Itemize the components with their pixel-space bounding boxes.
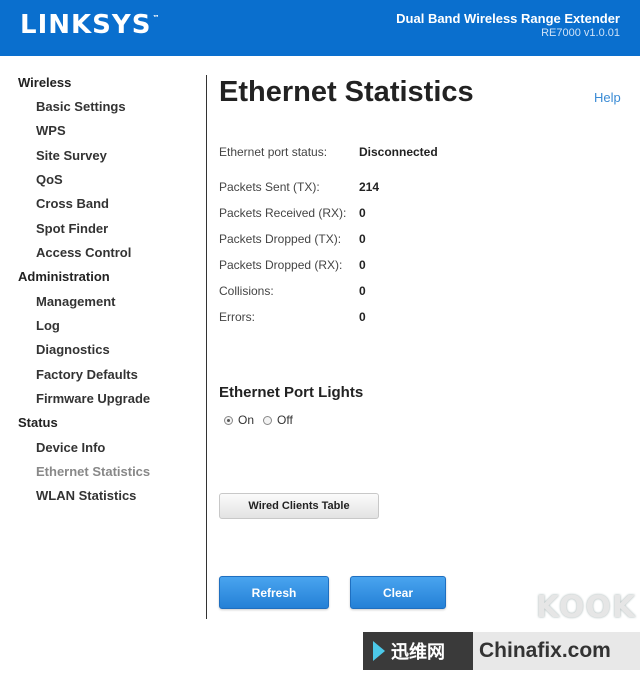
sidebar-item-cross-band[interactable]: Cross Band [36, 196, 109, 211]
sidebar-item-log[interactable]: Log [36, 318, 60, 333]
sidebar-item-access-control[interactable]: Access Control [36, 245, 131, 260]
sidebar-item-ethernet-statistics[interactable]: Ethernet Statistics [36, 464, 150, 479]
wired-clients-table-button[interactable]: Wired Clients Table [219, 493, 379, 519]
sidebar-item-device-info[interactable]: Device Info [36, 440, 105, 455]
port-status-value: Disconnected [359, 145, 438, 159]
stat-label: Packets Dropped (TX): [219, 232, 342, 246]
lights-on-label: On [238, 413, 255, 427]
stat-label: Collisions: [219, 284, 274, 298]
lights-off-label: Off [277, 413, 293, 427]
sidebar-item-factory-defaults[interactable]: Factory Defaults [36, 367, 138, 382]
radio-unselected-icon[interactable] [263, 415, 272, 425]
kook-watermark: KOOK [536, 590, 637, 625]
chinafix-site-text: Chinafix.com [473, 632, 640, 670]
stat-value: 0 [359, 206, 366, 220]
stat-value: 0 [359, 258, 366, 272]
chinafix-watermark: 迅维网 Chinafix.com [363, 632, 640, 670]
refresh-button[interactable]: Refresh [219, 576, 329, 609]
lights-on-radio[interactable]: On [224, 413, 254, 427]
sidebar-group-administration[interactable]: Administration [18, 269, 110, 284]
stat-label: Packets Dropped (RX): [219, 258, 343, 272]
header-bar: LINKSYS™ Dual Band Wireless Range Extend… [0, 0, 640, 56]
lights-off-radio[interactable]: Off [263, 413, 293, 427]
sidebar-item-diagnostics[interactable]: Diagnostics [36, 342, 110, 357]
clear-button[interactable]: Clear [350, 576, 446, 609]
product-name: Dual Band Wireless Range Extender [396, 11, 620, 26]
sidebar-item-spot-finder[interactable]: Spot Finder [36, 221, 108, 236]
radio-selected-icon[interactable] [224, 415, 233, 425]
sidebar-item-qos[interactable]: QoS [36, 172, 63, 187]
sidebar-group-wireless[interactable]: Wireless [18, 75, 71, 90]
chinafix-watermark-left: 迅维网 [363, 632, 473, 670]
sidebar-item-site-survey[interactable]: Site Survey [36, 148, 107, 163]
stat-value: 214 [359, 180, 380, 194]
help-link[interactable]: Help [594, 90, 621, 105]
port-status-label: Ethernet port status: [219, 145, 328, 159]
sidebar-item-firmware-upgrade[interactable]: Firmware Upgrade [36, 391, 150, 406]
sidebar-divider [206, 75, 207, 619]
stat-value: 0 [359, 310, 366, 324]
arrow-icon [373, 641, 385, 661]
chinafix-cn-text: 迅维网 [391, 642, 445, 662]
sidebar-item-wlan-statistics[interactable]: WLAN Statistics [36, 488, 136, 503]
stat-label: Packets Received (RX): [219, 206, 347, 220]
sidebar-item-basic-settings[interactable]: Basic Settings [36, 99, 126, 114]
model-version: RE7000 v1.0.01 [541, 27, 620, 39]
stat-label: Packets Sent (TX): [219, 180, 320, 194]
page-title: Ethernet Statistics [219, 76, 474, 108]
sidebar-group-status[interactable]: Status [18, 415, 58, 430]
linksys-logo: LINKSYS™ [20, 10, 161, 40]
stat-value: 0 [359, 284, 366, 298]
sidebar-item-wps[interactable]: WPS [36, 123, 66, 138]
stat-value: 0 [359, 232, 366, 246]
port-lights-title: Ethernet Port Lights [219, 384, 364, 401]
sidebar-item-management[interactable]: Management [36, 294, 115, 309]
stat-label: Errors: [219, 310, 255, 324]
